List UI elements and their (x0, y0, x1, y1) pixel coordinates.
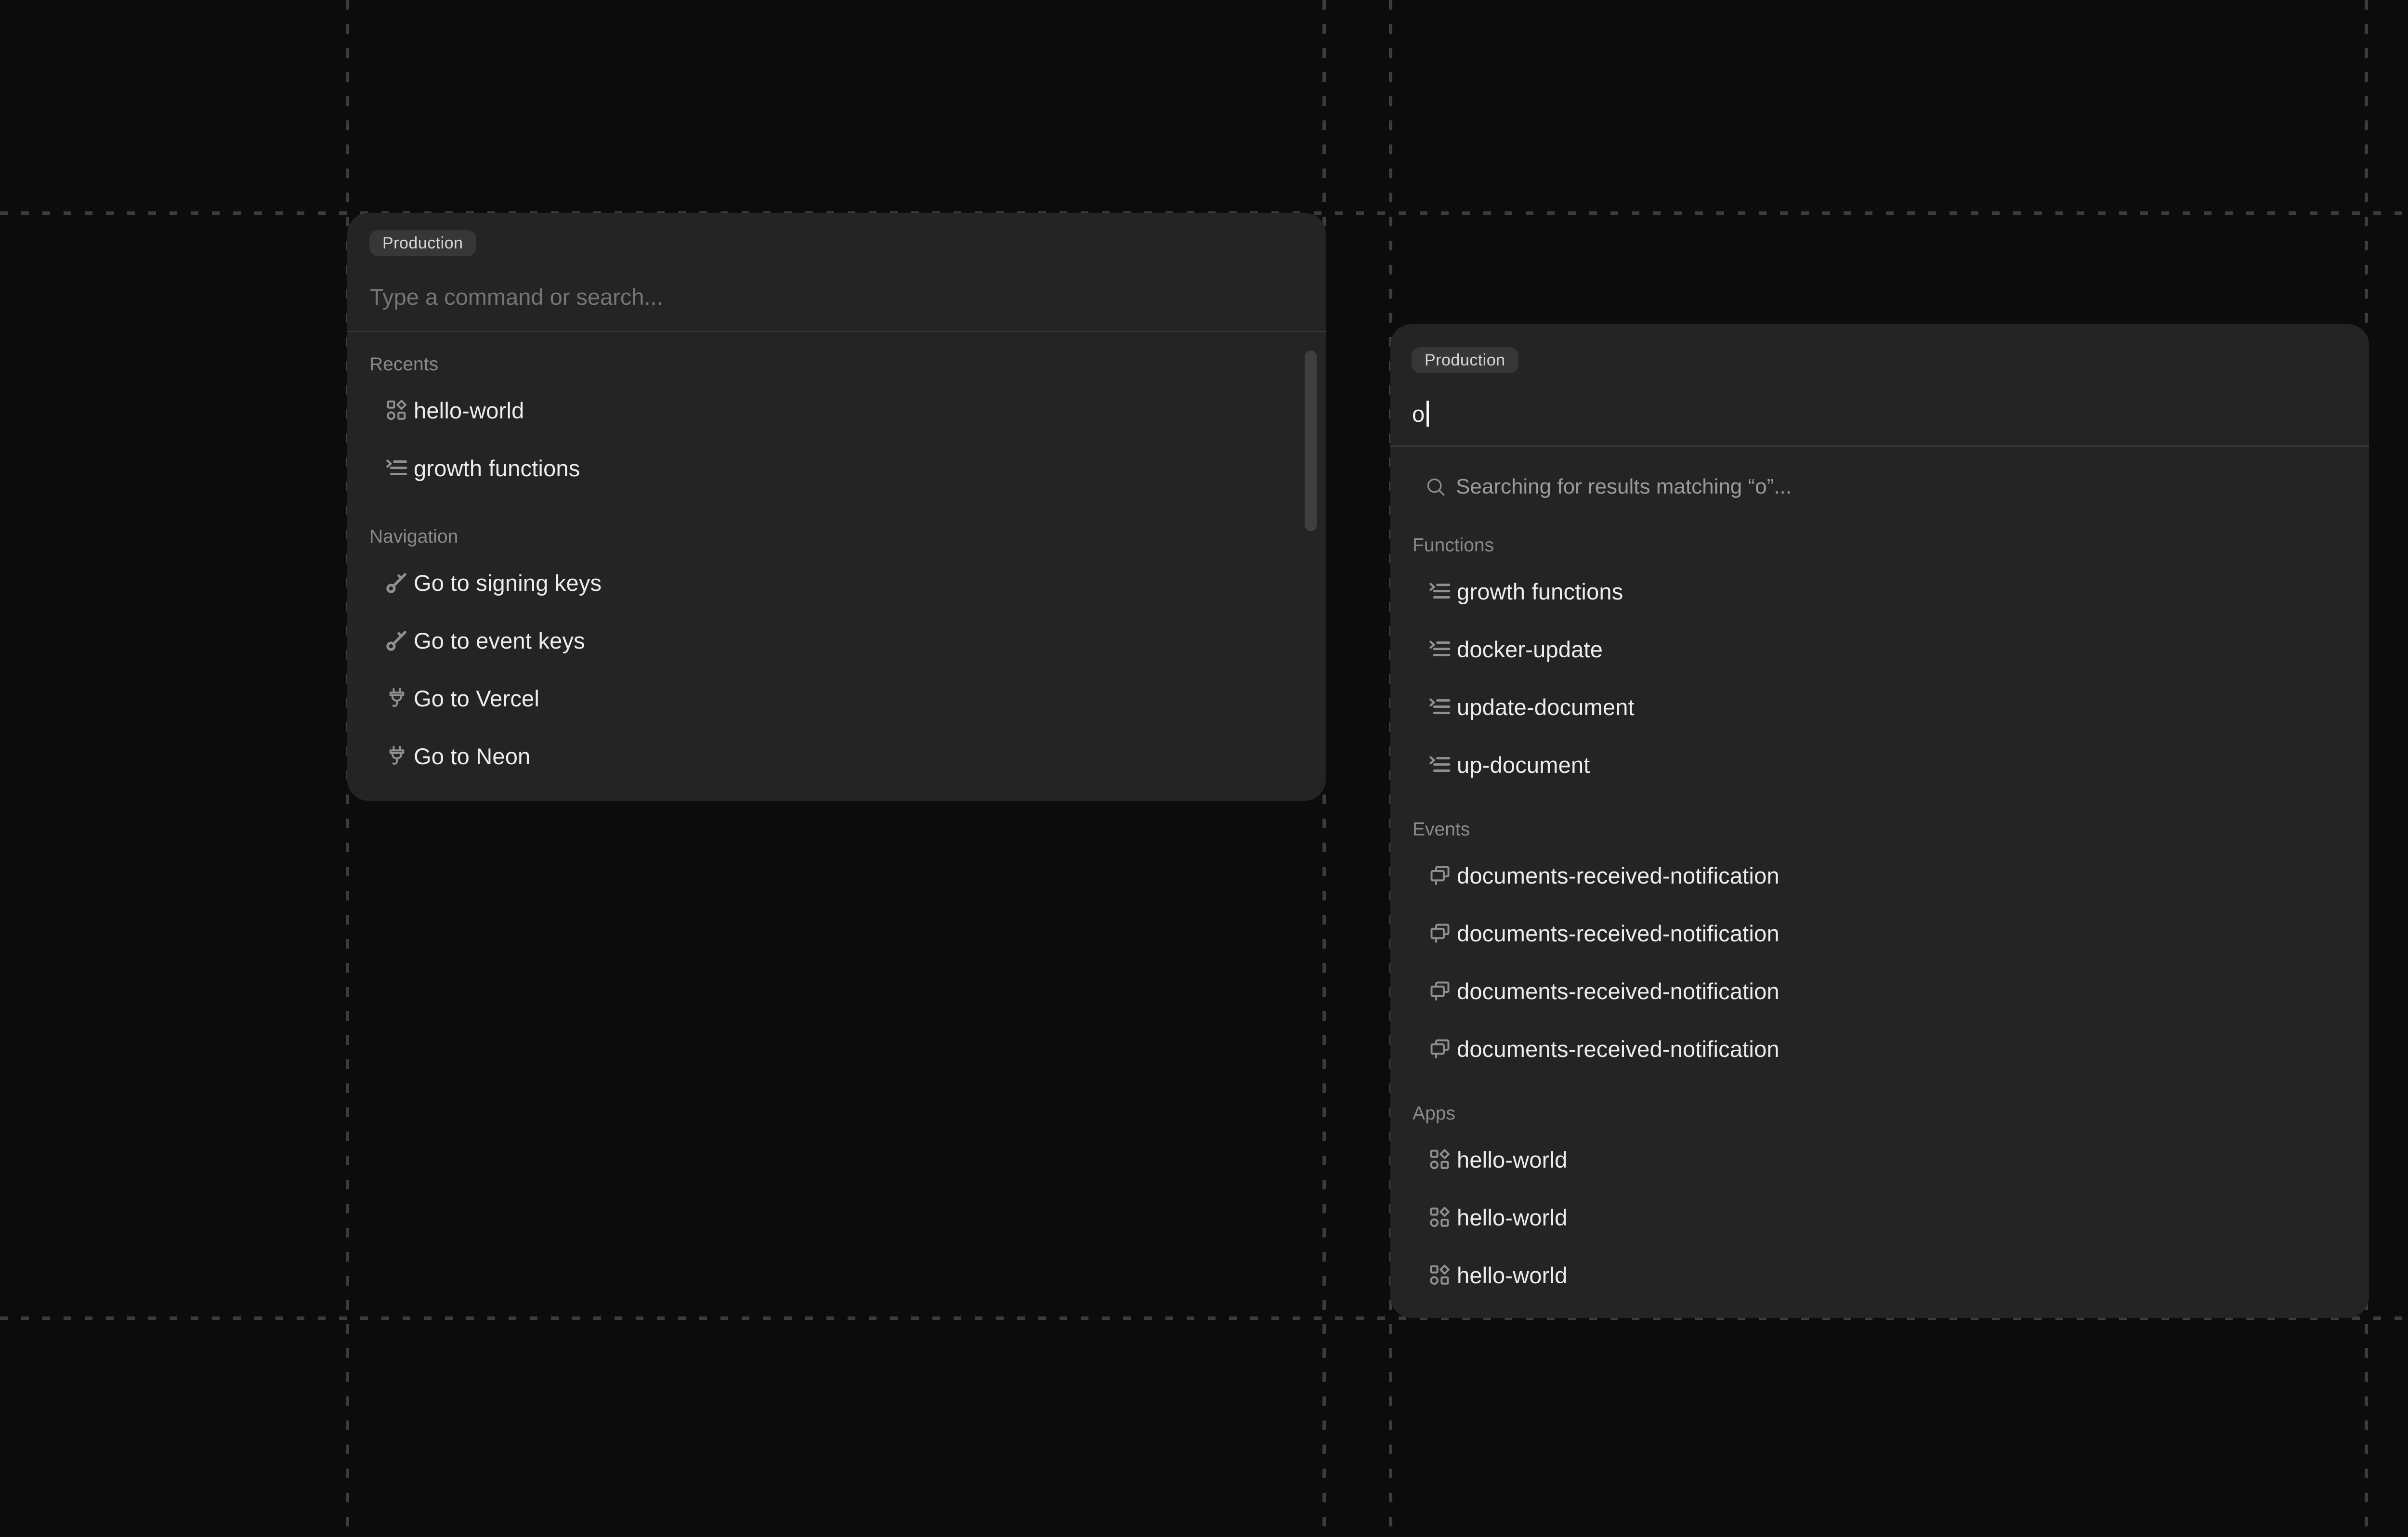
list-item[interactable]: Go to event keys (347, 612, 1326, 669)
list-item[interactable]: hello-world (1390, 1246, 2369, 1304)
list-item-label: documents-received-notification (1457, 1036, 1780, 1062)
list-item-label: growth functions (414, 455, 580, 482)
function-icon (1428, 695, 1452, 719)
search-icon (1424, 475, 1447, 498)
list-item[interactable]: Go to Vercel (347, 669, 1326, 727)
event-icon (1428, 1037, 1452, 1061)
environment-badge[interactable]: Production (369, 230, 476, 256)
list-item-label: hello-world (1457, 1146, 1567, 1173)
canvas: Production Type a command or search... R… (0, 0, 2408, 1537)
list-item-label: growth functions (1457, 578, 1623, 605)
list-item[interactable]: documents-received-notification (1390, 962, 2369, 1020)
app-icon (1428, 1205, 1452, 1229)
function-icon (1428, 637, 1452, 661)
section-label: Navigation (347, 520, 1326, 554)
list-item[interactable]: docker-update (1390, 620, 2369, 678)
list-item-label: Go to event keys (414, 627, 585, 654)
palette-header: Production Type a command or search... (347, 213, 1326, 332)
list-item[interactable]: documents-received-notification (1390, 847, 2369, 904)
list-item[interactable]: hello-world (1390, 1188, 2369, 1246)
list-item-label: Go to signing keys (414, 570, 602, 596)
list-item-label: update-document (1457, 694, 1635, 720)
list-item-label: documents-received-notification (1457, 862, 1780, 889)
list-item-label: Go to Vercel (414, 685, 539, 712)
command-search-input[interactable]: o (1412, 400, 1429, 428)
list-item[interactable]: documents-received-notification (1390, 1020, 2369, 1078)
app-icon (1428, 1147, 1452, 1172)
section-label: Functions (1390, 529, 2369, 562)
list-item-label: hello-world (1457, 1262, 1567, 1289)
list-item-label: hello-world (414, 397, 524, 424)
list-item-label: up-document (1457, 752, 1590, 778)
input-value: o (1412, 401, 1425, 427)
list-item-label: hello-world (1457, 1204, 1567, 1231)
plug-icon (385, 686, 409, 710)
app-icon (1428, 1263, 1452, 1287)
list-item[interactable]: hello-world (347, 381, 1326, 439)
environment-badge[interactable]: Production (1412, 347, 1518, 373)
list-item-label: Go to Neon (414, 743, 530, 769)
function-icon (385, 456, 409, 480)
section-label: Events (1390, 813, 2369, 847)
command-palette-right: Production o Searching for results match… (1390, 324, 2369, 1318)
section-label: Recents (347, 348, 1326, 381)
plug-icon (385, 744, 409, 768)
results-list: Searching for results matching “o”... Fu… (1390, 447, 2369, 1304)
list-item[interactable]: update-document (1390, 678, 2369, 736)
input-placeholder: Type a command or search... (370, 284, 663, 310)
list-item[interactable]: Go to signing keys (347, 554, 1326, 612)
event-icon (1428, 979, 1452, 1003)
function-icon (1428, 579, 1452, 603)
list-item-label: docker-update (1457, 636, 1603, 663)
list-item-label: documents-received-notification (1457, 978, 1780, 1004)
key-icon (385, 628, 409, 652)
command-palette-left: Production Type a command or search... R… (347, 213, 1326, 801)
scrollbar[interactable] (1305, 351, 1317, 531)
event-icon (1428, 863, 1452, 887)
app-icon (385, 398, 409, 422)
list-item[interactable]: growth functions (347, 439, 1326, 497)
list-item[interactable]: hello-world (1390, 1131, 2369, 1188)
text-caret (1426, 401, 1429, 427)
search-status-row: Searching for results matching “o”... (1390, 447, 2369, 527)
section-label: Apps (1390, 1097, 2369, 1131)
search-status-text: Searching for results matching “o”... (1456, 475, 1792, 499)
key-icon (385, 571, 409, 595)
command-search-input[interactable]: Type a command or search... (370, 283, 663, 311)
results-list: Recents hello-world growth functions Nav… (347, 332, 1326, 785)
palette-header: Production o (1390, 324, 2369, 445)
list-item[interactable]: Go to Neon (347, 727, 1326, 785)
event-icon (1428, 921, 1452, 945)
list-item[interactable]: growth functions (1390, 562, 2369, 620)
function-icon (1428, 753, 1452, 777)
list-item[interactable]: documents-received-notification (1390, 904, 2369, 962)
list-item[interactable]: up-document (1390, 736, 2369, 794)
list-item-label: documents-received-notification (1457, 920, 1780, 947)
